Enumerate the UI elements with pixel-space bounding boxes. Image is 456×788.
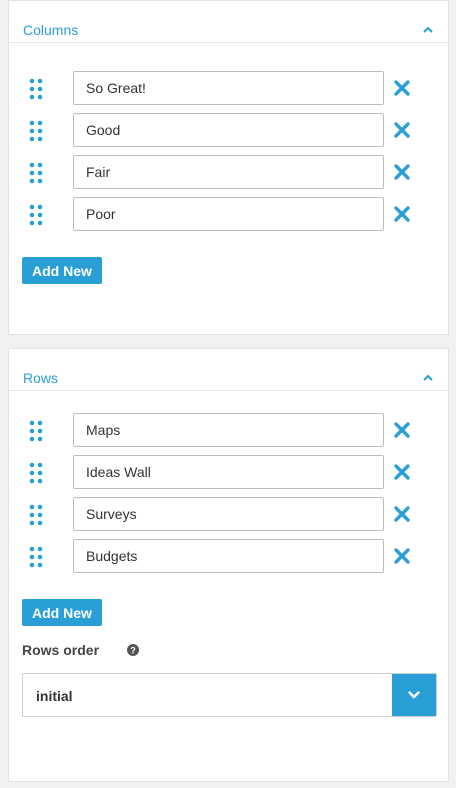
chevron-up-icon[interactable] [422,373,434,383]
column-item [9,197,448,231]
column-label-input[interactable] [73,71,384,105]
column-item [9,71,448,105]
rows-order-selected-value: initial [36,688,73,704]
row-label-input[interactable] [73,413,384,447]
close-icon[interactable] [393,205,411,223]
rows-order-select[interactable]: initial [22,673,437,717]
row-item [9,497,448,531]
drag-handle-icon[interactable] [29,78,43,100]
rows-order-label: Rows order [22,642,100,658]
close-icon[interactable] [393,547,411,565]
rows-panel-header[interactable]: Rows [9,349,448,391]
close-icon[interactable] [393,421,411,439]
row-item [9,539,448,573]
drag-handle-icon[interactable] [29,462,43,484]
columns-panel: Columns So Great! Good Fair Poor Add New [8,0,449,335]
close-icon[interactable] [393,463,411,481]
column-label-input[interactable] [73,197,384,231]
drag-handle-icon[interactable] [29,420,43,442]
chevron-up-icon[interactable] [422,25,434,35]
help-icon[interactable]: ? [127,644,139,656]
close-icon[interactable] [393,121,411,139]
close-icon[interactable] [393,79,411,97]
column-item [9,113,448,147]
row-label-input[interactable] [73,497,384,531]
columns-panel-header[interactable]: Columns [9,1,448,43]
drag-handle-icon[interactable] [29,546,43,568]
row-label-input[interactable] [73,539,384,573]
add-row-button[interactable]: Add New [22,599,102,626]
row-label-input[interactable] [73,455,384,489]
row-item [9,455,448,489]
drag-handle-icon[interactable] [29,120,43,142]
svg-text:?: ? [130,646,136,656]
chevron-down-icon [408,691,420,699]
rows-panel-title: Rows [23,370,59,386]
column-label-input[interactable] [73,155,384,189]
rows-order-dropdown-toggle[interactable] [392,674,436,716]
close-icon[interactable] [393,505,411,523]
close-icon[interactable] [393,163,411,181]
drag-handle-icon[interactable] [29,204,43,226]
drag-handle-icon[interactable] [29,162,43,184]
add-column-button[interactable]: Add New [22,257,102,284]
column-item [9,155,448,189]
drag-handle-icon[interactable] [29,504,43,526]
rows-panel: Rows Maps Ideas Wall Surveys Budgets Add… [8,348,449,782]
row-item [9,413,448,447]
columns-panel-title: Columns [23,22,79,38]
column-label-input[interactable] [73,113,384,147]
